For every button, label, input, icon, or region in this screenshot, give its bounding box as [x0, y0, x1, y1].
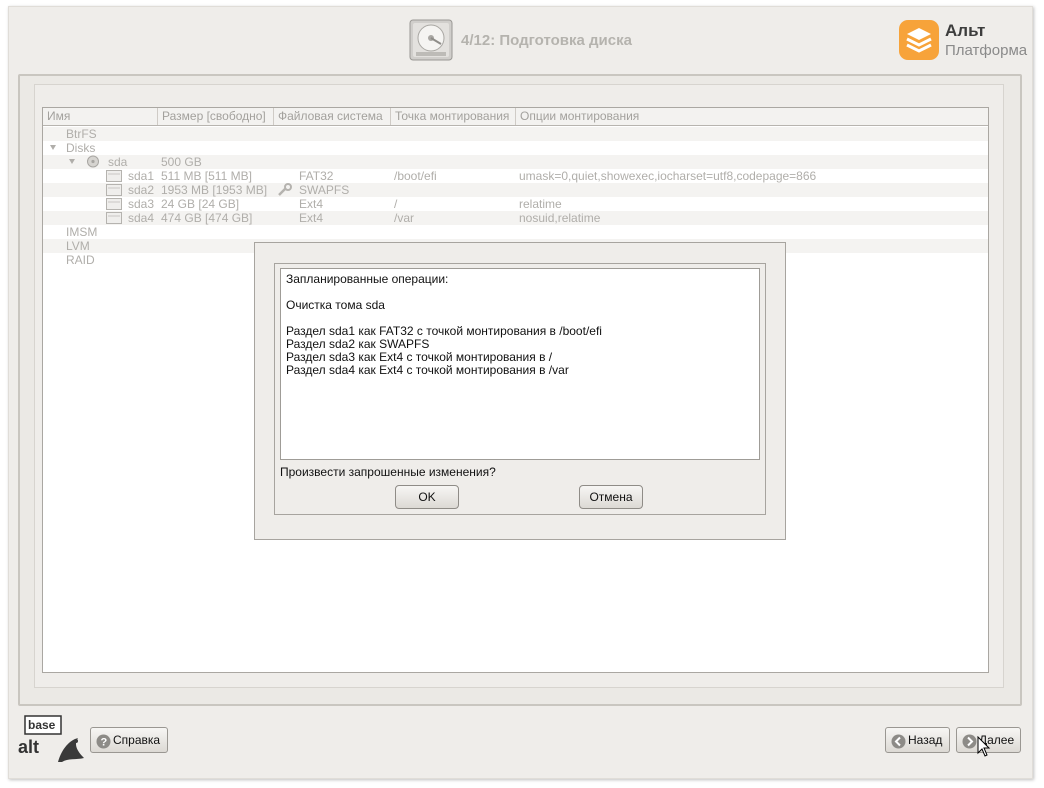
dialog-frame: Запланированные операции: Очистка тома s… [274, 263, 766, 515]
confirm-question: Произвести запрошенные изменения? [280, 465, 496, 479]
row-filesystem: FAT32 [299, 169, 334, 183]
hard-disk-icon [408, 18, 454, 62]
logo-title: Альт [945, 21, 986, 40]
page-title: 4/12: Подготовка диска [461, 32, 632, 49]
help-button[interactable]: ? Справка [90, 727, 168, 753]
row-size: 500 GB [161, 155, 202, 169]
partition-icon [106, 170, 122, 182]
op-clear-volume: Очистка тома sda [286, 298, 385, 312]
next-arrow-icon [962, 733, 977, 749]
tree-header: Имя Размер [свободно] Файловая система Т… [43, 108, 988, 126]
tree-row-sda4[interactable]: sda4 474 GB [474 GB] Ext4 /var nosuid,re… [43, 211, 988, 225]
expander-icon[interactable] [69, 159, 75, 164]
tree-row-disks[interactable]: Disks [43, 141, 988, 155]
back-button[interactable]: Назад [885, 727, 950, 753]
row-filesystem: SWAPFS [299, 183, 350, 197]
column-name[interactable]: Имя [43, 108, 158, 125]
tree-row-sda[interactable]: sda 500 GB [43, 155, 988, 169]
partition-icon [106, 212, 122, 224]
column-options[interactable]: Опции монтирования [516, 108, 988, 125]
back-label: Назад [908, 733, 943, 747]
row-mountpoint: /var [394, 211, 415, 225]
svg-text:base: base [28, 718, 56, 732]
column-mountpoint[interactable]: Точка монтирования [391, 108, 516, 125]
row-name: Disks [66, 141, 96, 155]
basealt-logo: base alt [18, 714, 88, 766]
mouse-pointer-icon [977, 735, 991, 758]
alt-logo-icon [898, 19, 940, 61]
row-name: BtrFS [66, 127, 97, 141]
column-size[interactable]: Размер [свободно] [158, 108, 274, 125]
partition-icon [106, 198, 122, 210]
row-mountpoint: /boot/efi [394, 169, 437, 183]
row-name: sda4 [128, 211, 155, 225]
tree-row-imsm[interactable]: IMSM [43, 225, 988, 239]
svg-text:alt: alt [18, 737, 39, 757]
tree-row-sda2[interactable]: sda2 1953 MB [1953 MB] SWAPFS [43, 183, 988, 197]
row-options: umask=0,quiet,showexec,iocharset=utf8,co… [519, 169, 817, 183]
row-size: 1953 MB [1953 MB] [161, 183, 268, 197]
row-mountpoint: / [394, 197, 398, 211]
row-name: sda [108, 155, 128, 169]
tree-row-sda1[interactable]: sda1 511 MB [511 MB] FAT32 /boot/efi uma… [43, 169, 988, 183]
column-filesystem[interactable]: Файловая система [274, 108, 391, 125]
row-name: IMSM [66, 225, 98, 239]
back-arrow-icon [891, 733, 906, 749]
logo-subtitle: Платформа [945, 42, 1028, 59]
row-options: nosuid,relatime [519, 211, 601, 225]
row-name: LVM [66, 239, 90, 253]
tree-row-sda3[interactable]: sda3 24 GB [24 GB] Ext4 / relatime [43, 197, 988, 211]
tree-row-btrfs[interactable]: BtrFS [43, 127, 988, 141]
row-size: 24 GB [24 GB] [161, 197, 240, 211]
planned-operations-text[interactable]: Запланированные операции: Очистка тома s… [280, 268, 760, 460]
row-name: sda1 [128, 169, 155, 183]
row-size: 511 MB [511 MB] [161, 169, 252, 183]
row-filesystem: Ext4 [299, 197, 324, 211]
help-label: Справка [113, 733, 161, 747]
row-name: sda3 [128, 197, 155, 211]
op-line: Раздел sda4 как Ext4 с точкой монтирован… [286, 363, 569, 377]
confirm-dialog: Запланированные операции: Очистка тома s… [254, 242, 786, 540]
row-filesystem: Ext4 [299, 211, 324, 225]
svg-text:?: ? [101, 737, 108, 749]
partition-icon [106, 184, 122, 196]
help-icon: ? [96, 733, 111, 749]
installer-window: 4/12: Подготовка диска Альт Платформа Им… [8, 6, 1033, 779]
ok-button[interactable]: OK [395, 485, 459, 509]
wrench-icon [277, 183, 293, 197]
row-name: sda2 [128, 183, 155, 197]
expander-icon[interactable] [50, 145, 56, 150]
row-options: relatime [519, 197, 562, 211]
row-name: RAID [66, 253, 95, 267]
disk-icon [86, 155, 100, 168]
cancel-button[interactable]: Отмена [579, 485, 643, 509]
row-size: 474 GB [474 GB] [161, 211, 253, 225]
ops-title: Запланированные операции: [286, 272, 449, 286]
